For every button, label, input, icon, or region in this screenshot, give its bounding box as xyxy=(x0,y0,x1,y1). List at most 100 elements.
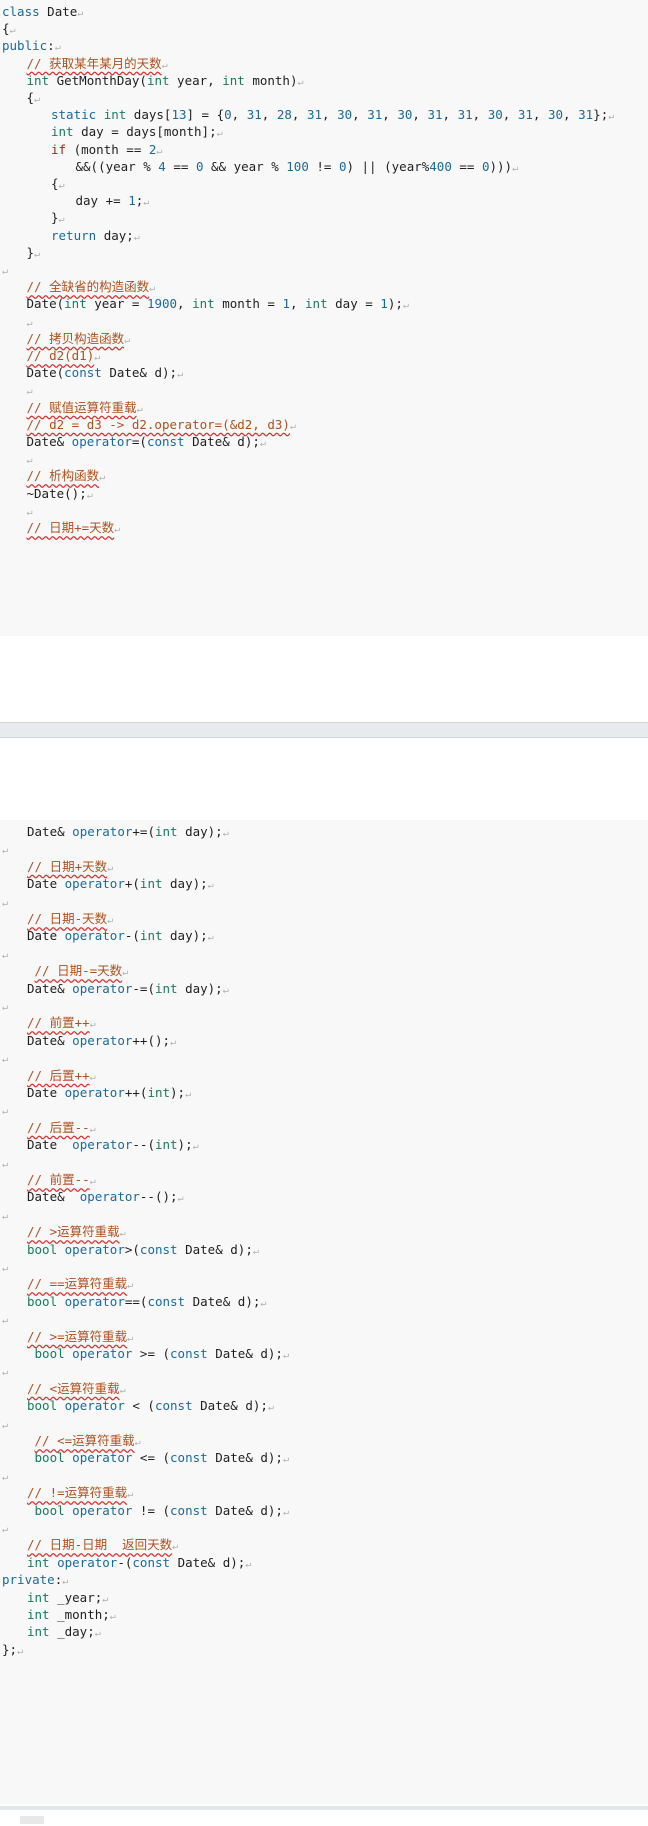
code-text: Date operator+(int day); xyxy=(27,876,208,892)
code-text: int operator-(const Date& d); xyxy=(27,1554,246,1570)
code-block-bottom: Date& operator+=(int day);↵ ↵// 日期+天数↵ Dat… xyxy=(0,820,648,1804)
code-text: bool operator <= (const Date& d); xyxy=(34,1450,283,1466)
code-text: ~Date(); xyxy=(26,485,87,501)
code-text: bool operator != (const Date& d); xyxy=(34,1502,283,1518)
code-line: Date& operator+=(int day);↵ xyxy=(27,824,229,839)
code-line: bool operator < (const Date& d);↵ xyxy=(27,1398,274,1414)
code-text: Date(const Date& d); xyxy=(26,365,178,381)
code-line: bool operator != (const Date& d);↵ xyxy=(27,1501,289,1521)
code-text: } xyxy=(51,210,59,226)
code-line: ↵ xyxy=(2,1054,9,1066)
code-line: ↵ xyxy=(2,266,9,277)
code-text: // 日期+=天数 xyxy=(26,520,115,535)
code-line: Date& operator=(const Date& d);↵ xyxy=(26,434,266,449)
code-line: ↵ xyxy=(2,1263,9,1274)
code-text: // 后置++ xyxy=(27,1067,90,1083)
code-text: // <运算符重载 xyxy=(27,1380,120,1396)
code-text: // 拷贝构造函数 xyxy=(26,330,125,346)
code-text: // 析构函数 xyxy=(26,468,100,484)
code-text: // d2(d1) xyxy=(26,348,95,363)
code-text: Date& operator++(); xyxy=(27,1032,171,1048)
code-text: int _year; xyxy=(27,1589,103,1605)
code-text: // 日期-日期 返回天数 xyxy=(27,1537,173,1553)
code-text: Date operator--(int); xyxy=(27,1137,193,1153)
code-text: Date(int year = 1900, int month = 1, int… xyxy=(26,296,403,312)
code-line: ↵ xyxy=(2,1106,9,1118)
code-line: bool operator >= (const Date& d);↵ xyxy=(27,1344,289,1364)
code-text: { xyxy=(2,21,10,37)
code-line: bool operator <= (const Date& d);↵ xyxy=(27,1448,289,1468)
code-line: }↵ xyxy=(26,244,41,260)
code-text: int GetMonthDay(int year, int month) xyxy=(26,72,298,88)
code-line: ↵ xyxy=(2,1367,9,1379)
code-text: class Date xyxy=(2,4,78,19)
code-text: // 前置++ xyxy=(27,1015,90,1031)
code-text: { xyxy=(51,176,59,191)
code-text: Date operator++(int); xyxy=(27,1085,186,1100)
code-line: Date(int year = 1900, int month = 1, int… xyxy=(26,296,409,312)
code-line: ↵ xyxy=(2,1471,9,1483)
code-text: // >运算符重载 xyxy=(27,1224,120,1240)
code-line: };↵ xyxy=(2,1641,24,1657)
code-text: // ==运算符重载 xyxy=(27,1276,128,1292)
code-line: Date operator++(int);↵ xyxy=(27,1085,192,1100)
code-text: // 获取某年某月的天数 xyxy=(26,55,162,71)
code-text: // <=运算符重载 xyxy=(34,1433,135,1448)
code-block-top: class Date↵ {↵ public:↵// 获取某年某月的天数↵ int Ge… xyxy=(0,0,648,636)
code-line: Date(const Date& d);↵ xyxy=(26,365,184,381)
code-line: bool operator>(const Date& d);↵ xyxy=(27,1241,259,1257)
code-text: // 日期-天数 xyxy=(27,911,108,926)
code-line: Date operator-(int day);↵ xyxy=(27,928,214,944)
code-text: { xyxy=(26,90,35,105)
next-page-stub xyxy=(20,1816,44,1824)
page-separator-bottom xyxy=(0,1806,648,1810)
code-line: ↵ xyxy=(2,949,9,961)
code-line: Date operator+(int day);↵ xyxy=(27,876,214,892)
code-line: // 日期+=天数↵ xyxy=(26,520,121,535)
code-text: bool operator>(const Date& d); xyxy=(27,1241,253,1257)
code-text: Date& operator--(); xyxy=(27,1189,178,1205)
code-text: Date operator-(int day); xyxy=(27,928,208,944)
code-text: &&((year % 4 == 0 && year % 100 != 0) ||… xyxy=(75,158,513,174)
code-text: bool operator==(const Date& d); xyxy=(27,1293,261,1309)
code-line: ↵ xyxy=(2,845,9,857)
code-line: {↵ xyxy=(51,176,65,191)
code-line: Date& operator-=(int day);↵ xyxy=(27,980,229,996)
code-text: // 前置-- xyxy=(27,1172,90,1187)
code-text: int _day; xyxy=(27,1624,95,1640)
page-separator xyxy=(0,722,648,738)
code-line: ~Date();↵ xyxy=(26,485,93,501)
code-text: // 日期+天数 xyxy=(27,858,108,874)
code-text: }; xyxy=(2,1641,18,1657)
code-line: day += 1;↵ xyxy=(75,193,150,209)
code-line: ↵ xyxy=(2,1210,9,1222)
code-text: // !=运算符重载 xyxy=(27,1485,128,1501)
code-text: // >=运算符重载 xyxy=(27,1328,128,1344)
code-line: Date& operator--();↵ xyxy=(27,1189,184,1205)
code-text: Date& operator=(const Date& d); xyxy=(26,434,260,449)
code-text: private: xyxy=(2,1572,63,1588)
code-text: } xyxy=(26,244,35,260)
code-text: static int days[13] = {0, 31, 28, 31, 30… xyxy=(51,107,609,123)
code-text: int day = days[month]; xyxy=(51,124,217,140)
code-text: bool operator >= (const Date& d); xyxy=(34,1346,283,1361)
code-text: // 后置-- xyxy=(27,1119,90,1135)
code-text: if (month == 2 xyxy=(51,141,157,157)
code-line: ↵ xyxy=(2,1002,9,1013)
code-text: int _month; xyxy=(27,1607,110,1622)
code-line: Date operator--(int);↵ xyxy=(27,1137,199,1153)
code-line: int GetMonthDay(int year, int month)↵ xyxy=(26,72,304,88)
code-text: // 日期-=天数 xyxy=(34,963,123,979)
code-line: bool operator==(const Date& d);↵ xyxy=(27,1293,267,1309)
code-text: bool operator < (const Date& d); xyxy=(27,1398,268,1414)
code-text: day += 1; xyxy=(75,193,144,209)
code-text: Date& operator-=(int day); xyxy=(27,980,223,996)
code-line: int _day;↵ xyxy=(27,1624,101,1640)
code-text: Date& operator+=(int day); xyxy=(27,824,223,839)
code-line: ↵ xyxy=(2,897,9,909)
code-line: ↵ xyxy=(2,1524,9,1535)
code-line: ↵ xyxy=(2,1419,9,1431)
code-line: &&((year % 4 == 0 && year % 100 != 0) ||… xyxy=(75,158,519,174)
code-line: ↵ xyxy=(2,1315,9,1327)
code-line: ↵ xyxy=(2,1158,9,1170)
